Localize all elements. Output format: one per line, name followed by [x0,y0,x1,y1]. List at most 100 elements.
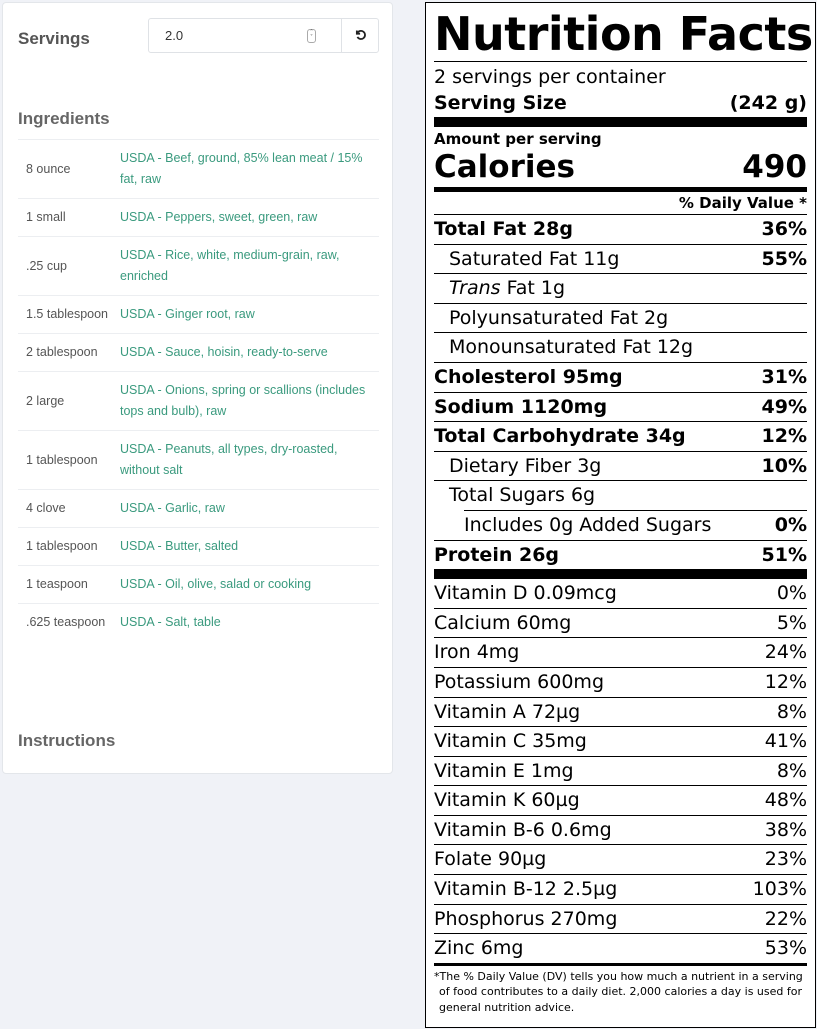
ingredient-row: 4 clove USDA - Garlic, raw [18,489,379,528]
nutrient-label: Folate 90µg [434,848,547,871]
nutrient-daily-value: 0% [776,582,807,605]
ingredient-row: 1.5 tablespoon USDA - Ginger root, raw [18,295,379,334]
ingredients-title: Ingredients [18,109,110,128]
nutrient-daily-value: 48% [764,789,807,812]
nutrition-facts-label: Nutrition Facts 2 servings per container… [425,2,816,1028]
nutrient-daily-value: 5% [776,611,807,634]
ingredients-table: 8 ounce USDA - Beef, ground, 85% lean mea… [18,139,379,641]
ingredient-name-cell: USDA - Beef, ground, 85% lean meat / 15%… [113,139,379,199]
nutrient-daily-value: 8% [776,759,807,782]
nutrient-row: Vitamin E 1mg 8% [434,755,807,786]
nutrient-daily-value: 0% [774,513,807,536]
ingredient-name-cell: USDA - Butter, salted [113,527,379,566]
servings-input-group [148,18,379,53]
nutrient-label: Total Fat 28g [434,218,573,240]
ingredient-link[interactable]: USDA - Oil, olive, salad or cooking [120,577,311,591]
nutrient-row: Zinc 6mg 53% [434,933,807,966]
nutrient-row: Iron 4mg 24% [434,637,807,667]
ingredient-link[interactable]: USDA - Onions, spring or scallions (incl… [120,383,365,418]
ingredient-row: .25 cup USDA - Rice, white, medium-grain,… [18,236,379,296]
ingredient-link[interactable]: USDA - Beef, ground, 85% lean meat / 15%… [120,151,363,186]
nutrient-label: Vitamin B-6 0.6mg [434,818,612,841]
nutrient-daily-value: 12% [761,425,807,448]
ingredient-link[interactable]: USDA - Sauce, hoisin, ready-to-serve [120,345,328,359]
nutrient-label: Polyunsaturated Fat 2g [449,306,669,329]
nutrient-label: Iron 4mg [434,641,520,664]
nutrient-daily-value: 24% [764,641,807,664]
ingredient-name-cell: USDA - Peanuts, all types, dry-roasted, … [113,430,379,490]
reset-icon [354,26,367,45]
calories-row: Calories 490 [434,149,807,192]
nutrient-row: Sodium 1120mg 49% [434,391,807,422]
ingredient-row: 2 tablespoon USDA - Sauce, hoisin, ready-… [18,333,379,372]
reset-button[interactable] [341,19,378,52]
ingredient-name-cell: USDA - Peppers, sweet, green, raw [113,198,379,237]
nutrient-daily-value: 53% [764,937,807,960]
ingredient-link[interactable]: USDA - Garlic, raw [120,501,225,515]
calories-value: 490 [742,149,807,185]
nutrient-daily-value: 49% [761,395,807,418]
ingredient-name-cell: USDA - Sauce, hoisin, ready-to-serve [113,333,379,372]
daily-value-footnote: *The % Daily Value (DV) tells you how mu… [434,969,803,1014]
ingredient-name-cell: USDA - Ginger root, raw [113,295,379,334]
nutrient-row: Vitamin C 35mg 41% [434,726,807,756]
nutrient-label-italic: Trans [449,277,501,300]
ingredient-link[interactable]: USDA - Peanuts, all types, dry-roasted, … [120,442,337,477]
recipe-card: Servings ˄˅ Ingredients 8 ounceUSDA - Be… [2,2,393,774]
nutrient-row: Polyunsaturated Fat 2g [434,302,807,333]
ingredient-row: 1 tablespoon USDA - Butter, salted [18,527,379,566]
nutrient-row: Includes 0g Added Sugars 0% [464,509,807,540]
ingredient-link[interactable]: USDA - Ginger root, raw [120,307,255,321]
ingredient-row: .625 teaspoon USDA - Salt, table [18,603,379,641]
ingredient-quantity: 1 teaspoon [18,565,113,604]
nutrient-label: Trans Fat 1g [449,274,565,303]
ingredient-row: 1 tablespoon USDA - Peanuts, all types, d… [18,430,379,490]
ingredient-quantity: 1.5 tablespoon [18,295,113,334]
servings-per-container: 2 servings per container [434,66,666,88]
nutrient-rows: Total Fat 28g 36% Saturated Fat 11g 55% Tran… [434,215,807,966]
nutrient-label: Total Sugars 6g [449,484,596,507]
ingredient-name-cell: USDA - Rice, white, medium-grain, raw, e… [113,236,379,296]
nutrient-row: Total Carbohydrate 34g 12% [434,421,807,451]
nutrient-row: Vitamin B-6 0.6mg 38% [434,814,807,845]
nutrient-row: Cholesterol 95mg 31% [434,361,807,392]
nutrient-label: Potassium 600mg [434,670,604,693]
nutrient-daily-value: 36% [761,218,807,240]
nutrient-row: Vitamin D 0.09mcg 0% [434,579,807,608]
nutrient-label: Vitamin K 60µg [434,789,580,812]
ingredient-quantity: .625 teaspoon [18,603,113,641]
nutrient-row: Vitamin B-12 2.5µg 103% [434,874,807,904]
nutrient-daily-value: 12% [764,670,807,693]
ingredient-quantity: 2 large [18,371,113,431]
nutrient-label: Cholesterol 95mg [434,365,623,388]
nutrient-label: Total Carbohydrate 34g [434,425,686,448]
ingredient-row: 1 small USDA - Peppers, sweet, green, raw [18,198,379,237]
ingredient-quantity: 1 small [18,198,113,237]
nutrient-label: Vitamin D 0.09mcg [434,582,617,605]
servings-spinner[interactable]: ˄ ˅ [307,29,316,43]
nutrient-label: Vitamin A 72µg [434,700,581,723]
ingredient-link[interactable]: USDA - Salt, table [120,615,221,629]
ingredient-link[interactable]: USDA - Rice, white, medium-grain, raw, e… [120,248,340,283]
ingredient-quantity: 8 ounce [18,139,113,199]
ingredient-row: 2 large USDA - Onions, spring or scallion… [18,371,379,431]
amount-per-serving: Amount per serving [434,130,602,148]
calories-label: Calories [434,149,575,185]
ingredient-link[interactable]: USDA - Butter, salted [120,539,238,553]
nutrient-row: Vitamin K 60µg 48% [434,785,807,815]
nutrient-daily-value: 8% [776,700,807,723]
ingredient-link[interactable]: USDA - Peppers, sweet, green, raw [120,210,317,224]
nutrient-daily-value: 22% [764,907,807,930]
instructions-title: Instructions [18,731,116,750]
ingredient-quantity: 2 tablespoon [18,333,113,372]
nutrient-daily-value: 23% [764,848,807,871]
nutrient-daily-value: 41% [764,730,807,753]
ingredient-row: 1 teaspoon USDA - Oil, olive, salad or co… [18,565,379,604]
ingredient-quantity: 4 clove [18,489,113,528]
nutrient-label: Vitamin B-12 2.5µg [434,878,618,901]
ingredient-quantity: 1 tablespoon [18,430,113,490]
nutrient-label: Calcium 60mg [434,611,572,634]
ingredient-name-cell: USDA - Oil, olive, salad or cooking [113,565,379,604]
ingredient-name-cell: USDA - Salt, table [113,603,379,641]
nutrient-row: Phosphorus 270mg 22% [434,903,807,934]
